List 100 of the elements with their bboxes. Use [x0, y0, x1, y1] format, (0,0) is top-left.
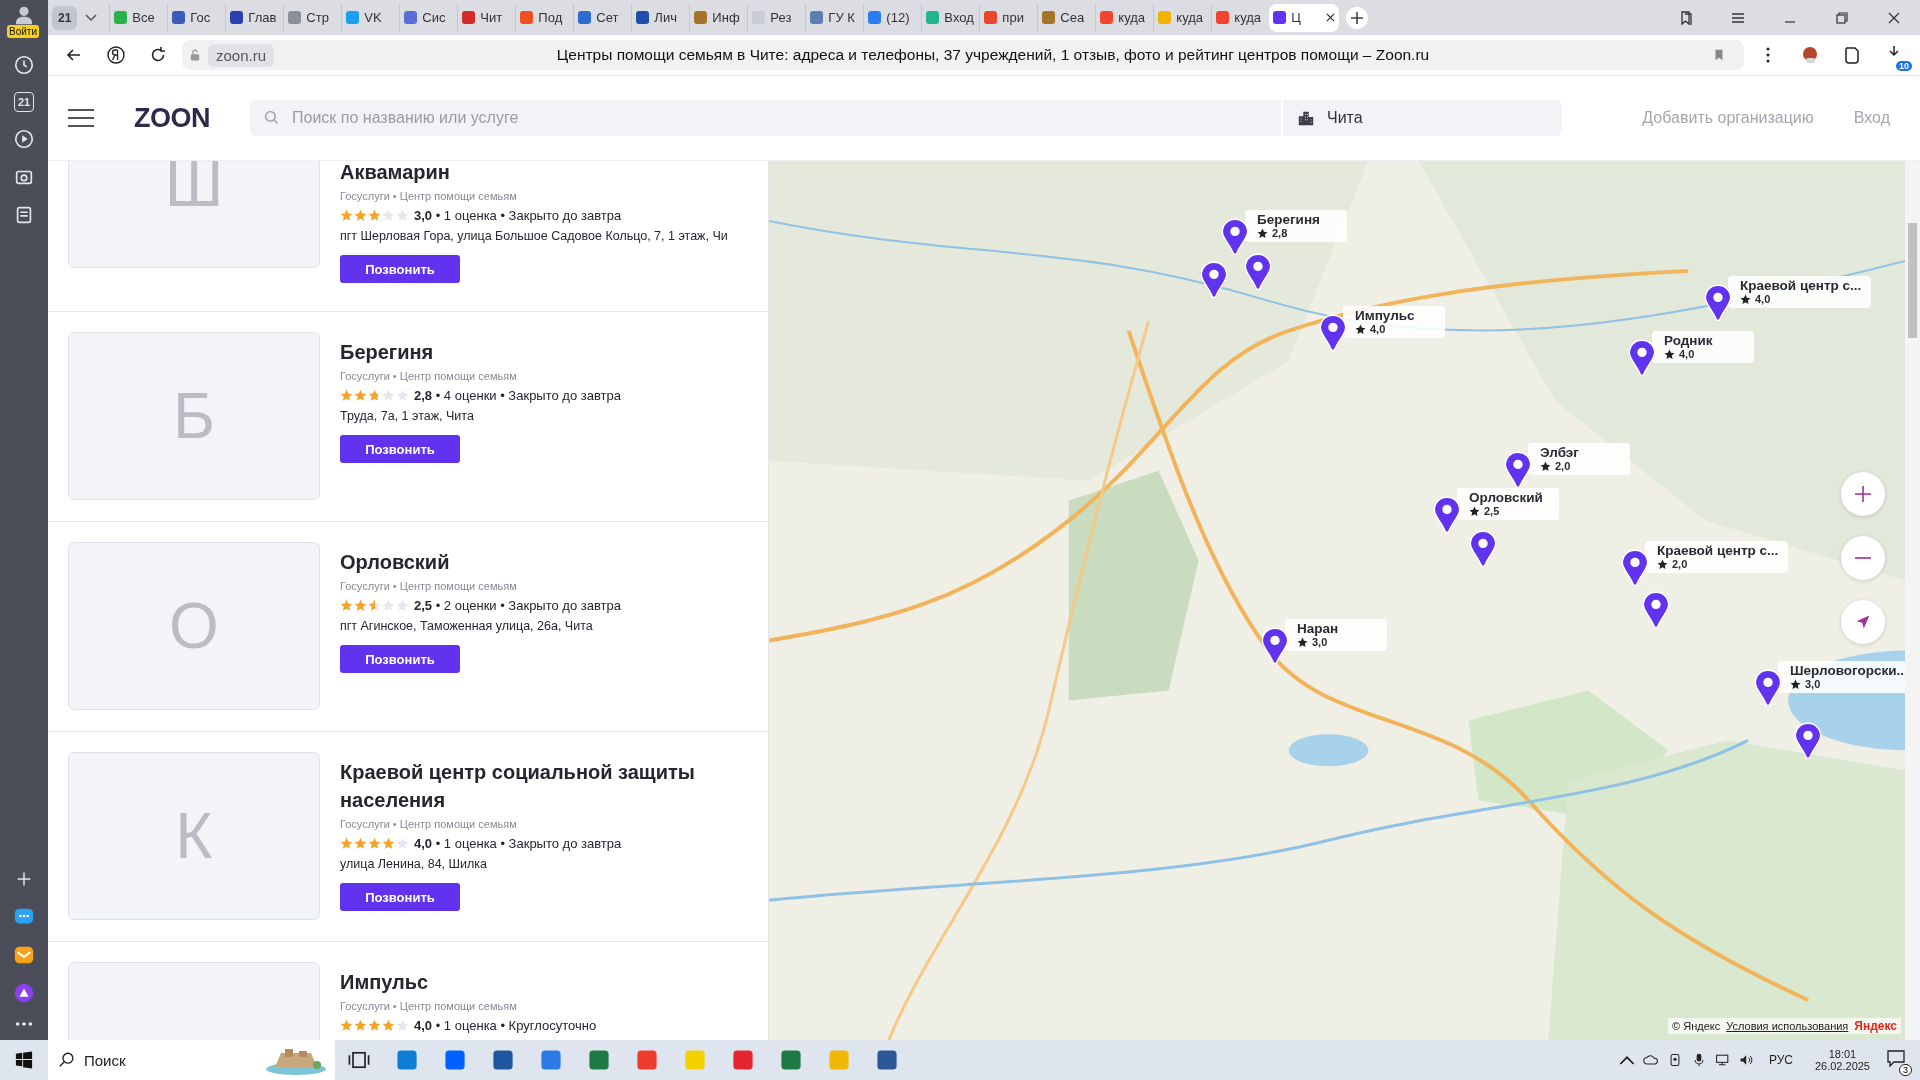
map-pin-icon[interactable] [1221, 218, 1249, 256]
chevron-down-icon[interactable] [85, 13, 98, 22]
place-address: пгт Агинское, Таможенная улица, 26а, Чита [340, 619, 593, 633]
marker-rating: 2,0 [1555, 460, 1571, 472]
close-icon[interactable] [1326, 13, 1336, 22]
marker-card[interactable]: Краевой центр с... 2,0 [1645, 541, 1789, 573]
star-icon [1540, 460, 1551, 472]
star-icon [1740, 293, 1751, 305]
call-button[interactable]: Позвонить [340, 255, 460, 283]
avatar-icon[interactable] [13, 4, 35, 26]
map-pin-icon[interactable] [1433, 496, 1461, 534]
star-icon [1657, 558, 1668, 570]
browser-tab[interactable]: Рез [747, 3, 806, 32]
browser-tab[interactable]: куда [1095, 3, 1154, 32]
marker-rating: 3,0 [1312, 636, 1328, 648]
place-address: Труда, 7а, 1 этаж, Чита [340, 409, 474, 423]
marker-rating: 2,0 [1672, 558, 1688, 570]
more-icon[interactable] [13, 1020, 35, 1028]
browser-tab[interactable]: Стр [283, 3, 342, 32]
marker-card[interactable]: Родник 4,0 [1652, 331, 1754, 363]
buildings-icon [1297, 109, 1315, 127]
marker-rating: 4,0 [1679, 348, 1695, 360]
marker-rating: 2,5 [1484, 505, 1500, 517]
map-pin-icon[interactable] [1754, 669, 1782, 707]
browser-tab[interactable]: (12) [863, 3, 922, 32]
marker-name: Родник [1664, 333, 1714, 348]
play-icon[interactable] [13, 128, 35, 150]
call-button[interactable]: Позвонить [340, 883, 460, 911]
marker-card[interactable]: Орловский 2,5 [1457, 488, 1559, 520]
browser-tab[interactable]: куда [1153, 3, 1212, 32]
terms-link[interactable]: Условия использования [1726, 1020, 1849, 1032]
star-icon [1355, 323, 1366, 335]
browser-tab[interactable]: ГУ К [805, 3, 864, 32]
marker-card[interactable]: Наран 3,0 [1285, 619, 1387, 651]
browser-tab[interactable]: Гос [167, 3, 226, 32]
browser-tab[interactable]: при [979, 3, 1038, 32]
call-button[interactable]: Позвонить [340, 645, 460, 673]
browser-tab[interactable]: Сет [573, 3, 632, 32]
address-bar[interactable]: zoon.ru Центры помощи семьям в Чите: адреса и телефоны, 37 учреждений, 1 отзыв, фото и рейтинг центров помощи – Zoon.ru [182, 40, 1744, 70]
browser-tab[interactable]: Вход [921, 3, 980, 32]
star-icon [1664, 348, 1675, 360]
rating-summary: 4,0 • 1 оценка • Круглосуточно [414, 1018, 597, 1033]
map-pin-icon[interactable] [1621, 549, 1649, 587]
map-pin-icon[interactable] [1642, 591, 1670, 629]
browser-tab[interactable]: куда [1211, 3, 1270, 32]
tab-count-button[interactable]: 21 [52, 5, 78, 30]
search-icon [58, 1051, 76, 1069]
marker-name: Краевой центр с... [1740, 278, 1862, 293]
zoon-logo[interactable]: ZOON [134, 102, 210, 134]
login-button[interactable]: Войти [7, 25, 39, 38]
place-name[interactable]: Берегиня [340, 338, 434, 366]
marker-card[interactable]: Шерловогорски... 3,0 [1778, 661, 1905, 693]
assistant-icon[interactable] [13, 982, 35, 1004]
place-category: Госуслуги • Центр помощи семьям [340, 818, 517, 830]
search-field[interactable]: Поиск [48, 1040, 335, 1080]
browser-tab[interactable]: Чит [457, 3, 516, 32]
calendar-icon[interactable]: 21 [14, 92, 34, 112]
browser-tab[interactable]: Глав [225, 3, 284, 32]
location-arrow-icon [1855, 614, 1871, 630]
browser-tab[interactable]: Сис [399, 3, 458, 32]
marker-card[interactable]: Берегиня 2,8 [1245, 210, 1347, 242]
place-category: Госуслуги • Центр помощи семьям [340, 190, 517, 202]
marker-rating: 4,0 [1370, 323, 1386, 335]
browser-tab[interactable]: Под [515, 3, 574, 32]
place-name[interactable]: Аквамарин [340, 161, 450, 186]
mail-icon[interactable] [13, 944, 35, 966]
map-pin-icon[interactable] [1261, 627, 1289, 665]
clock-icon[interactable] [13, 54, 35, 76]
place-address: пгт Шерловая Гора, улица Большое Садовое Кольцо, 7, 1 этаж, Чи [340, 229, 728, 243]
browser-tab[interactable]: Лич [631, 3, 690, 32]
marker-card[interactable]: Импульс 4,0 [1343, 306, 1445, 338]
marker-card[interactable]: Краевой центр с... 4,0 [1728, 276, 1872, 308]
notifications-icon[interactable] [1886, 1048, 1906, 1068]
new-tab-icon[interactable] [1345, 5, 1370, 30]
place-name[interactable]: Краевой центр социальной защиты населения [340, 758, 748, 814]
map-pin-icon[interactable] [1319, 314, 1347, 352]
browser-tab[interactable]: Инф [689, 3, 748, 32]
map-pin-icon[interactable] [1504, 451, 1532, 489]
clock[interactable]: 18:01 26.02.2025 [1814, 1048, 1870, 1072]
marker-card[interactable]: Элбэг 2,0 [1528, 443, 1630, 475]
map-pin-icon[interactable] [1794, 722, 1822, 760]
call-button[interactable]: Позвонить [340, 435, 460, 463]
search-field[interactable]: Поиск по названию или услуге [250, 100, 1281, 136]
scrollbar[interactable] [1905, 161, 1920, 1040]
language-indicator[interactable]: РУС [1768, 1053, 1793, 1067]
menu-icon[interactable] [68, 109, 94, 127]
map-pin-icon[interactable] [1200, 261, 1228, 299]
browser-tab[interactable]: VK [341, 3, 400, 32]
browser-tab[interactable]: Ц [1269, 3, 1340, 32]
browser-tab[interactable]: Сеа [1037, 3, 1096, 32]
marker-name: Берегиня [1257, 212, 1321, 227]
map-pin-icon[interactable] [1469, 530, 1497, 568]
map-pin-icon[interactable] [1704, 284, 1732, 322]
browser-tab[interactable]: Все [109, 3, 168, 32]
place-name[interactable]: Орловский [340, 548, 450, 576]
rating-summary: 3,0 • 1 оценка • Закрыто до завтра [414, 208, 622, 223]
city-selector[interactable]: Чита [1283, 100, 1562, 136]
place-name[interactable]: Импульс [340, 968, 429, 996]
map-pin-icon[interactable] [1628, 339, 1656, 377]
map-pin-icon[interactable] [1244, 253, 1272, 291]
